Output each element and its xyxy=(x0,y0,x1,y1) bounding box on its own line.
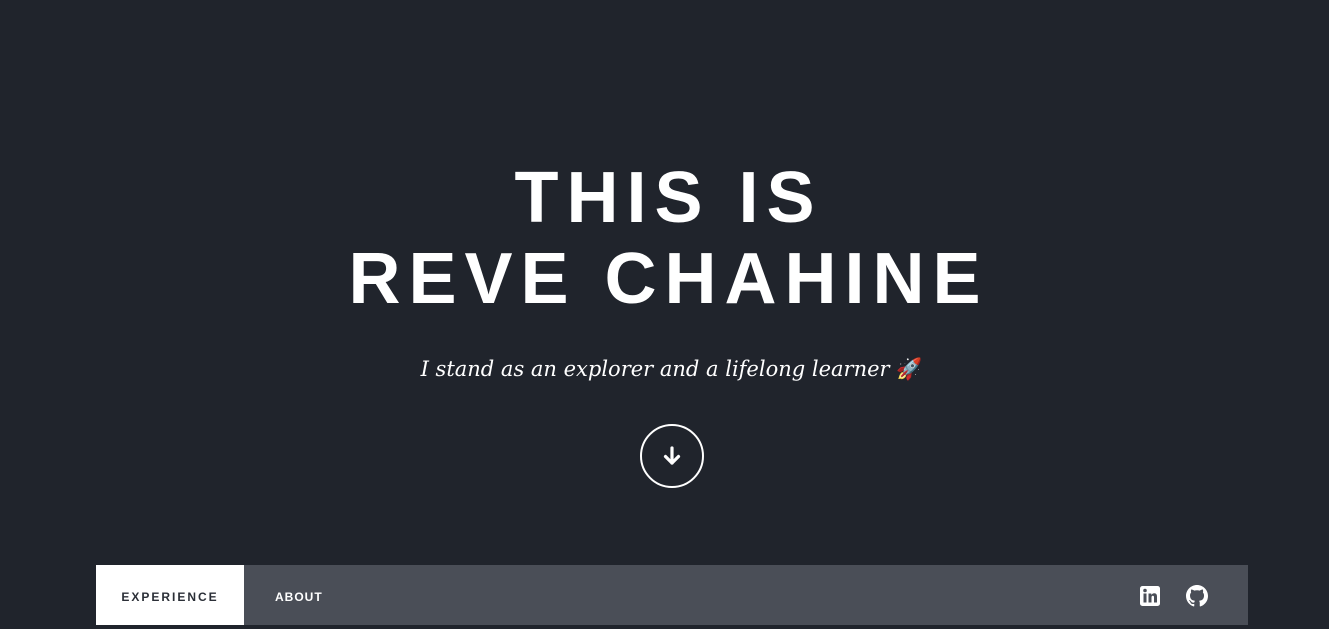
nav-tab-about[interactable]: ABOUT xyxy=(275,565,323,625)
rocket-icon: 🚀 xyxy=(896,357,923,381)
hero-tagline: I stand as an explorer and a lifelong le… xyxy=(0,352,1329,386)
linkedin-link[interactable] xyxy=(1139,585,1161,607)
linkedin-icon xyxy=(1140,586,1160,606)
hero-section: THIS IS REVE CHAHINE I stand as an explo… xyxy=(0,0,1329,625)
github-icon xyxy=(1186,585,1208,607)
hero-tagline-text: I stand as an explorer and a lifelong le… xyxy=(420,357,890,381)
hero-title-line-1: THIS IS xyxy=(514,158,823,238)
github-link[interactable] xyxy=(1186,585,1208,607)
scroll-down-button[interactable] xyxy=(640,424,704,488)
main-nav: EXPERIENCE ABOUT xyxy=(96,565,1248,625)
hero-title-line-2: REVE CHAHINE xyxy=(348,239,989,319)
nav-tab-experience[interactable]: EXPERIENCE xyxy=(96,565,244,625)
arrow-down-icon xyxy=(663,446,681,465)
